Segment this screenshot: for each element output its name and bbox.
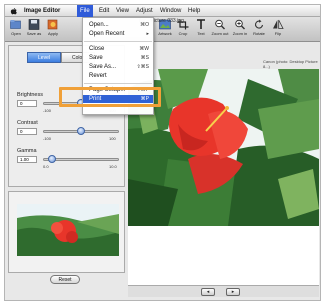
menu-adjust[interactable]: Adjust [133, 5, 156, 17]
zoom-out-button[interactable]: Zoom out [211, 19, 229, 36]
crop-label: Crop [178, 31, 188, 36]
next-image-button[interactable]: ▸ [226, 288, 240, 296]
folder-open-icon [10, 20, 21, 29]
contrast-max: 100 [109, 136, 116, 141]
flip-button[interactable]: Flip [269, 19, 287, 36]
brightness-min: -100 [43, 108, 52, 113]
save-as-label: Save as [26, 31, 42, 36]
zoom-out-icon [215, 19, 225, 30]
menu-view[interactable]: View [113, 5, 132, 17]
gamma-thumb[interactable] [48, 155, 56, 163]
apply-button[interactable]: Apply [44, 19, 62, 36]
save-as-button[interactable]: Save as [25, 19, 43, 36]
rotate-icon [254, 19, 264, 29]
gamma-field[interactable]: 1.00 [17, 156, 37, 163]
menu-help[interactable]: Help [185, 5, 203, 17]
screen: Image Editor File Edit View Adjust Windo… [4, 4, 321, 301]
menu-item-revert[interactable]: Revert [83, 72, 153, 80]
menu-edit[interactable]: Edit [96, 5, 112, 17]
zoom-out-label: Zoom out [211, 31, 229, 36]
canvas-background [128, 226, 319, 285]
open-button[interactable]: Open [7, 19, 25, 36]
contrast-label: Contrast [17, 120, 38, 126]
menu-item-close[interactable]: Close ⌘W [83, 45, 153, 53]
menu-separator [84, 41, 152, 42]
apply-label: Apply [47, 31, 58, 36]
preview-panel [8, 191, 125, 273]
disk-icon [28, 19, 40, 30]
menu-separator [84, 83, 152, 84]
text-label: Text [197, 31, 205, 36]
menu-item-open-recent[interactable]: Open Recent ▸ [83, 30, 153, 38]
flip-label: Flip [274, 31, 282, 36]
text-button[interactable]: Text [192, 19, 210, 36]
gamma-min: 0.0 [43, 164, 49, 169]
prev-image-button[interactable]: ◂ [201, 288, 215, 296]
flip-icon [273, 19, 284, 29]
text-tool-icon [197, 19, 205, 29]
image-info: Canon (photo: Desktop Picture 8...) [263, 59, 318, 69]
zoom-in-icon [235, 19, 245, 30]
contrast-min: -100 [43, 136, 52, 141]
artwork-label: Artwork [158, 31, 172, 36]
app-name[interactable]: Image Editor [21, 5, 63, 17]
zoom-in-button[interactable]: Zoom in [231, 19, 249, 36]
rotate-label: Rotate [253, 31, 265, 36]
tab-level[interactable]: Level [27, 52, 61, 63]
menu-item-save-as[interactable]: Save As... ⇧⌘S [83, 63, 153, 71]
preview-thumbnail [17, 204, 119, 256]
contrast-thumb[interactable] [77, 127, 85, 135]
open-label: Open [11, 31, 21, 36]
gamma-label: Gamma [17, 148, 37, 154]
menu-file[interactable]: File [77, 5, 93, 17]
bottom-bar: ◂ ▸ [128, 285, 319, 297]
brightness-label: Brightness [17, 92, 43, 98]
menu-window[interactable]: Window [157, 5, 184, 17]
rotate-button[interactable]: Rotate [250, 19, 268, 36]
menu-item-open[interactable]: Open... ⌘O [83, 21, 153, 29]
print-callout-highlight [59, 87, 161, 107]
zoom-in-label: Zoom in [232, 31, 248, 36]
brightness-field[interactable]: 0 [17, 100, 37, 107]
gamma-max: 10.0 [109, 164, 117, 169]
menu-item-save[interactable]: Save ⌘S [83, 54, 153, 62]
menubar: Image Editor File Edit View Adjust Windo… [5, 5, 320, 17]
contrast-field[interactable]: 0 [17, 128, 37, 135]
apply-icon [47, 19, 58, 30]
apple-icon[interactable] [10, 7, 18, 15]
reset-button[interactable]: Reset [50, 275, 80, 284]
